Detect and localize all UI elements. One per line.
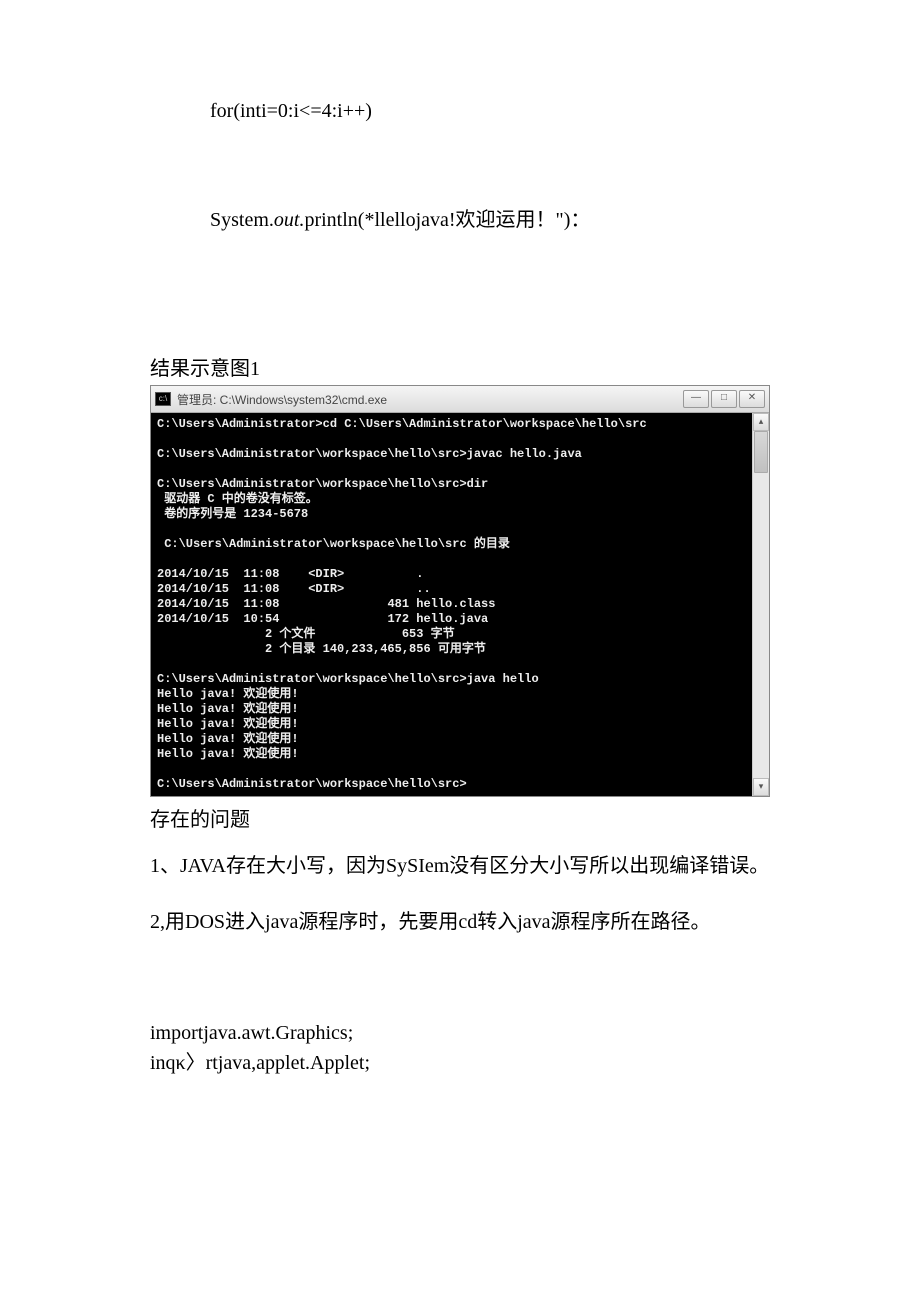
code-line-1: for(inti=0:i<=4:i++) <box>210 100 770 123</box>
code2-post: println(*llellojava!欢迎运用！")： <box>304 209 590 231</box>
title-path: C:\Windows\system32\cmd.exe <box>216 393 387 407</box>
document-page: for(inti=0:i<=4:i++) System.out.println(… <box>0 0 920 1138</box>
problem-item-1: 1、JAVA存在大小写，因为SySIem没有区分大小写所以出现编译错误。 <box>150 850 770 882</box>
scroll-down-icon[interactable]: ▾ <box>753 778 769 796</box>
code2-em: out. <box>274 209 305 231</box>
cmd-icon: c:\ <box>155 392 171 406</box>
scroll-up-icon[interactable]: ▴ <box>753 413 769 431</box>
window-title-text: 管理员: C:\Windows\system32\cmd.exe <box>177 391 683 408</box>
window-title-bar: c:\ 管理员: C:\Windows\system32\cmd.exe — □… <box>151 386 769 413</box>
title-prefix: 管理员: <box>177 393 216 407</box>
scroll-track[interactable] <box>753 431 769 778</box>
result-diagram-heading: 结果示意图1 <box>150 352 770 381</box>
scroll-thumb[interactable] <box>754 431 768 473</box>
import-line-2: inqκ〉rtjava,applet.Applet; <box>150 1048 770 1078</box>
problem-item-2: 2,用DOS进入java源程序时，先要用cd转入java源程序所在路径。 <box>150 906 770 938</box>
minimize-button[interactable]: — <box>683 390 709 408</box>
problems-heading: 存在的问题 <box>150 803 770 832</box>
window-buttons: — □ ✕ <box>683 390 765 408</box>
import-line-1: importjava.awt.Graphics; <box>150 1018 770 1048</box>
terminal-body: C:\Users\Administrator>cd C:\Users\Admin… <box>151 413 769 796</box>
terminal-output[interactable]: C:\Users\Administrator>cd C:\Users\Admin… <box>151 413 752 796</box>
close-button[interactable]: ✕ <box>739 390 765 408</box>
import-block: importjava.awt.Graphics; inqκ〉rtjava,app… <box>150 1018 770 1078</box>
scrollbar[interactable]: ▴ ▾ <box>752 413 769 796</box>
cmd-window: c:\ 管理员: C:\Windows\system32\cmd.exe — □… <box>150 385 770 797</box>
code-line-2: System.out.println(*llellojava!欢迎运用！")： <box>210 203 770 232</box>
maximize-button[interactable]: □ <box>711 390 737 408</box>
code2-pre: System. <box>210 209 274 231</box>
